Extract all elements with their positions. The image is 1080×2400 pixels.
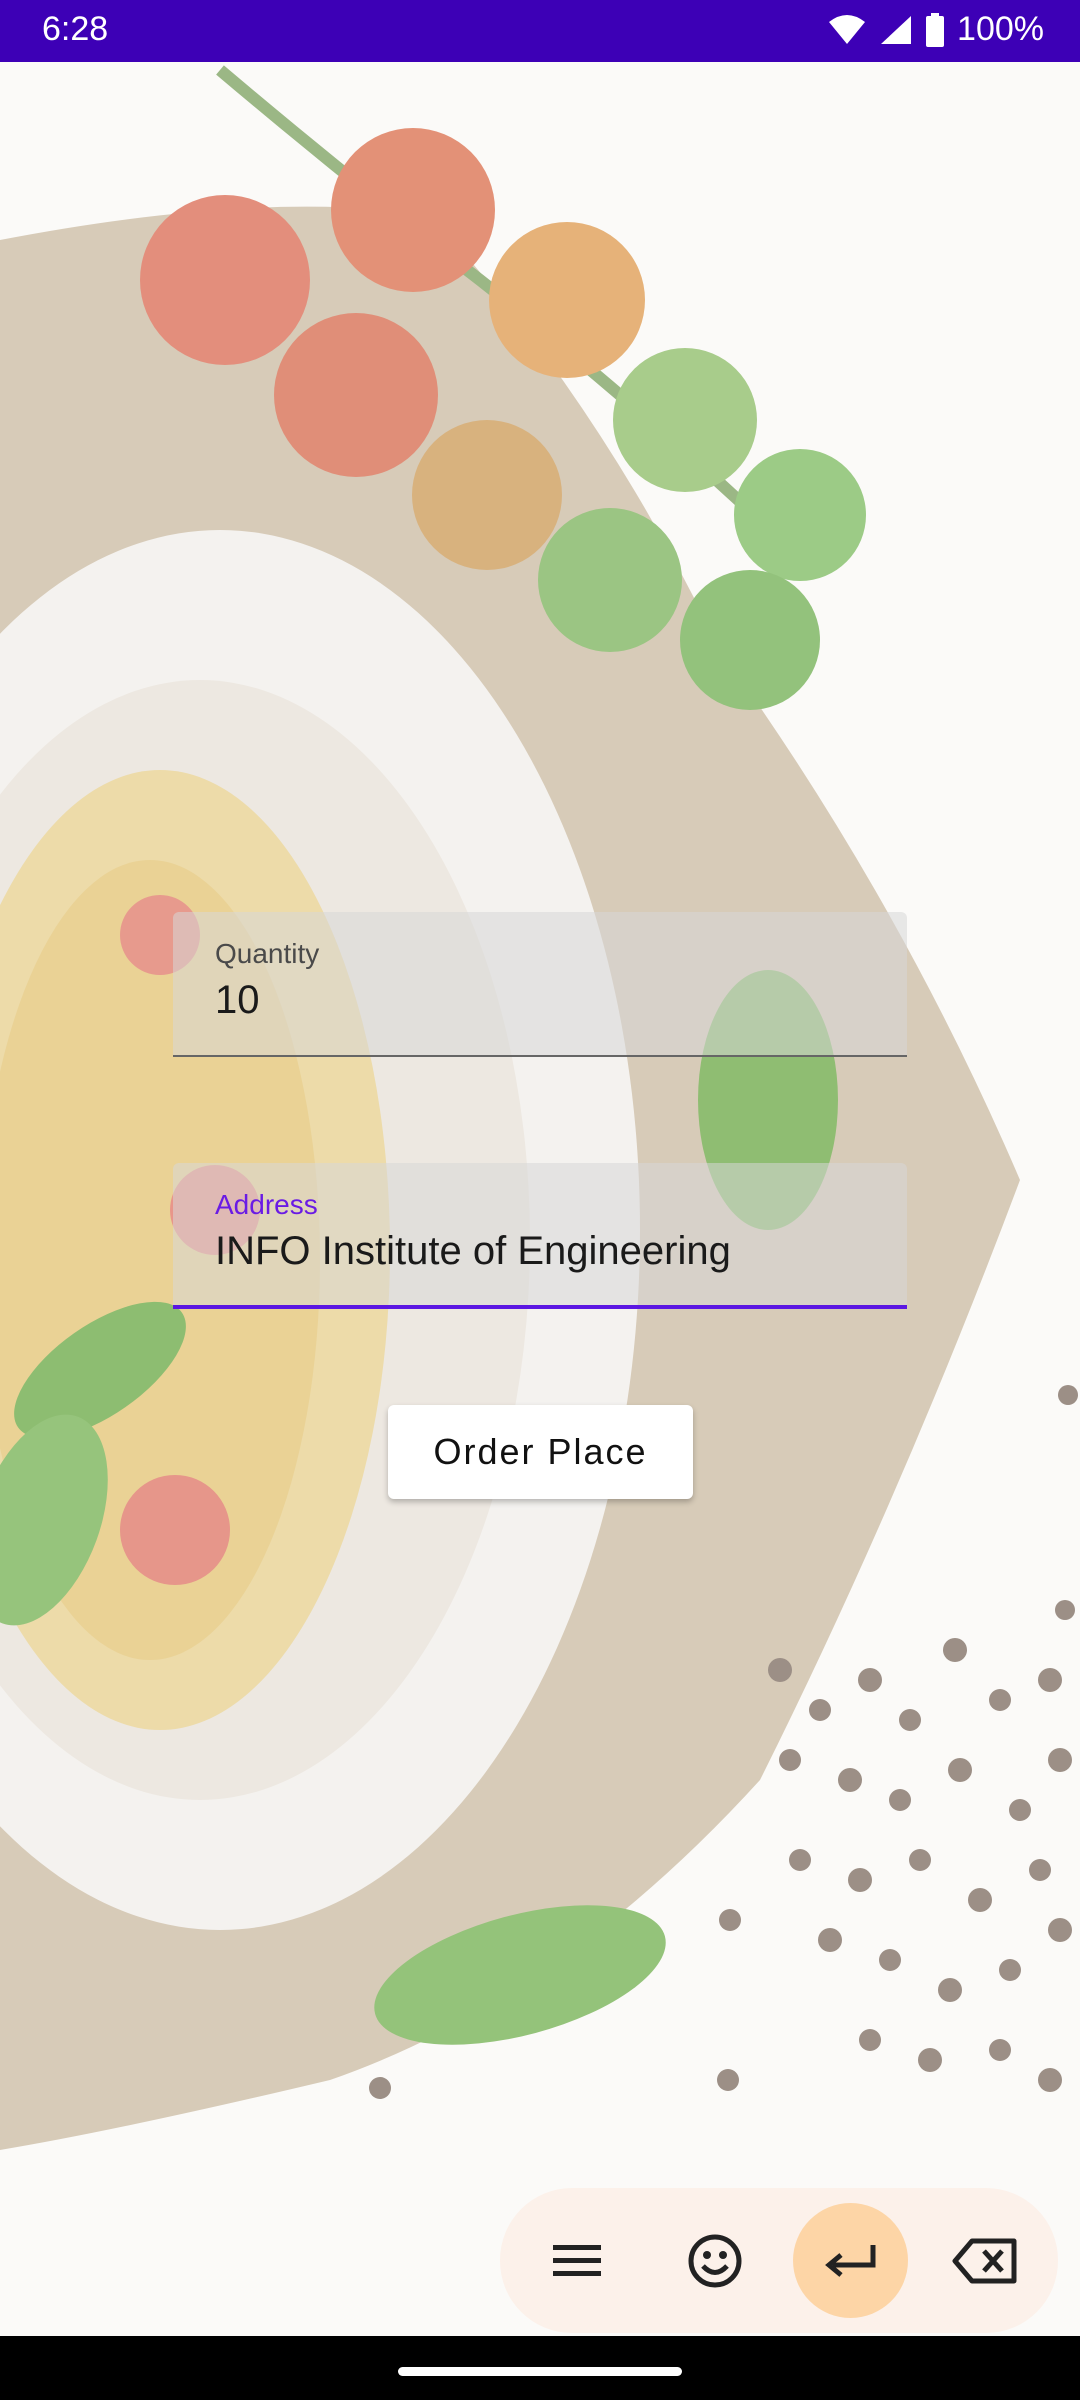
quantity-underline	[173, 1055, 907, 1057]
emoji-icon	[688, 2234, 741, 2287]
status-time: 6:28	[42, 10, 109, 48]
quantity-field[interactable]: Quantity 10	[173, 912, 907, 1057]
status-bar: 6:28 100%	[0, 0, 1080, 62]
address-field[interactable]: Address INFO Institute of Engineering	[173, 1163, 907, 1309]
status-icons: 100%	[827, 10, 1044, 49]
keyboard-backspace-button[interactable]	[927, 2203, 1042, 2318]
address-label: Address	[215, 1189, 318, 1220]
backspace-icon	[952, 2238, 1016, 2283]
keyboard-enter-button[interactable]	[793, 2203, 908, 2318]
quantity-label: Quantity	[215, 938, 320, 969]
order-place-button[interactable]: Order Place	[388, 1405, 693, 1499]
address-underline	[173, 1305, 907, 1309]
signal-icon	[881, 15, 912, 44]
keyboard-emoji-button[interactable]	[657, 2203, 772, 2318]
keyboard-toolbar	[500, 2188, 1058, 2333]
address-input-value[interactable]: INFO Institute of Engineering	[215, 1229, 731, 1274]
menu-icon	[552, 2244, 601, 2276]
home-gesture-handle[interactable]	[398, 2367, 682, 2376]
quantity-input-value[interactable]: 10	[215, 978, 260, 1023]
wifi-icon	[829, 14, 866, 44]
battery-percent: 100%	[957, 10, 1044, 48]
battery-icon	[926, 12, 945, 47]
enter-icon	[824, 2244, 875, 2277]
keyboard-menu-button[interactable]	[519, 2203, 634, 2318]
